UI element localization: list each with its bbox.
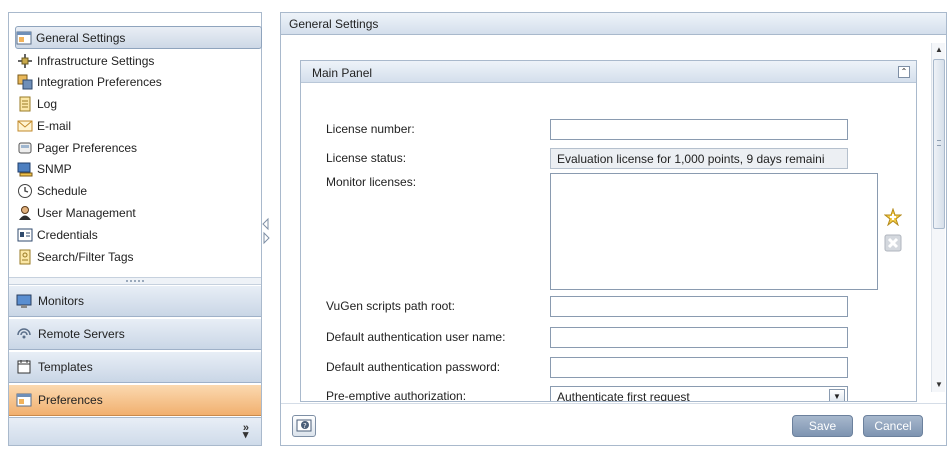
- tree-item-label: Infrastructure Settings: [37, 54, 155, 68]
- main-panel: Main Panel ⌃ License number: License sta…: [300, 60, 917, 402]
- license-number-label: License number:: [326, 122, 415, 136]
- tree-item-integration-preferences[interactable]: Integration Preferences: [17, 72, 261, 92]
- schedule-icon: [17, 183, 33, 199]
- tree-item-label: SNMP: [37, 162, 72, 176]
- tree-item-schedule[interactable]: Schedule: [17, 181, 261, 201]
- tree-item-label: Pager Preferences: [37, 141, 138, 155]
- cancel-button[interactable]: Cancel: [863, 415, 923, 437]
- tree-item-infrastructure-settings[interactable]: Infrastructure Settings: [17, 51, 261, 71]
- auth-user-label: Default authentication user name:: [326, 330, 506, 344]
- section-preferences[interactable]: Preferences: [9, 384, 261, 416]
- preemptive-auth-select[interactable]: Authenticate first request ▼: [550, 386, 848, 402]
- monitor-icon: [16, 293, 32, 309]
- more-sections-button[interactable]: » ▾: [243, 423, 249, 441]
- chevron-down-icon[interactable]: ▼: [829, 389, 845, 401]
- templates-icon: [16, 359, 32, 375]
- section-label: Remote Servers: [38, 327, 125, 341]
- tree-item-search-filter-tags[interactable]: Search/Filter Tags: [17, 247, 261, 267]
- pager-icon: [17, 140, 33, 156]
- tree-item-user-management[interactable]: User Management: [17, 203, 261, 223]
- infrastructure-icon: [17, 53, 33, 69]
- section-label: Preferences: [38, 393, 103, 407]
- tree-item-label: User Management: [37, 206, 136, 220]
- license-status-row: License status: Evaluation license for 1…: [326, 148, 906, 170]
- help-icon: ?: [296, 417, 312, 436]
- main-panel-title: Main Panel: [312, 66, 373, 80]
- vugen-path-input[interactable]: [550, 296, 848, 317]
- tree-item-log[interactable]: Log: [17, 94, 261, 114]
- license-number-row: License number:: [326, 119, 906, 141]
- auth-user-input[interactable]: [550, 327, 848, 348]
- tree-item-pager-preferences[interactable]: Pager Preferences: [17, 138, 261, 158]
- license-number-input[interactable]: [550, 119, 848, 140]
- page-title: General Settings: [281, 13, 946, 35]
- scroll-down-icon[interactable]: ▼: [933, 378, 945, 392]
- preemptive-auth-label: Pre-emptive authorization:: [326, 389, 467, 402]
- vugen-path-label: VuGen scripts path root:: [326, 299, 455, 313]
- collapse-pane-handle[interactable]: [262, 217, 270, 245]
- auth-password-row: Default authentication password:: [326, 357, 906, 379]
- main-panel-header: Main Panel ⌃: [301, 61, 916, 83]
- preemptive-auth-row: Pre-emptive authorization: Authenticate …: [326, 386, 906, 402]
- tree-item-general-settings[interactable]: General Settings: [15, 26, 262, 49]
- tree-item-label: Log: [37, 97, 58, 111]
- tree-item-label: General Settings: [36, 30, 126, 45]
- collapse-panel-button[interactable]: ⌃: [898, 66, 910, 78]
- tree-item-credentials[interactable]: Credentials: [17, 225, 261, 245]
- license-status-label: License status:: [326, 151, 407, 165]
- preferences-icon: [16, 392, 32, 408]
- add-icon: [883, 206, 903, 229]
- preferences-tree: General Settings Infrastructure Settings…: [9, 13, 262, 275]
- tree-item-label: Credentials: [37, 228, 98, 242]
- email-icon: [17, 118, 33, 134]
- add-license-button[interactable]: [883, 206, 903, 229]
- snmp-icon: [17, 161, 33, 177]
- more-sections-bar: » ▾: [9, 417, 261, 445]
- auth-password-label: Default authentication password:: [326, 360, 501, 374]
- tree-item-label: E-mail: [37, 119, 72, 133]
- log-icon: [17, 96, 33, 112]
- help-button[interactable]: ?: [292, 415, 316, 437]
- section-label: Monitors: [38, 294, 85, 308]
- auth-user-row: Default authentication user name:: [326, 327, 906, 349]
- tree-item-email[interactable]: E-mail: [17, 116, 261, 136]
- vertical-scrollbar[interactable]: ▲ ▼: [931, 43, 945, 392]
- footer-bar: ? Save Cancel: [281, 403, 946, 445]
- preemptive-auth-value: Authenticate first request: [557, 390, 690, 402]
- tree-item-label: Schedule: [37, 184, 88, 198]
- section-monitors[interactable]: Monitors: [9, 285, 261, 317]
- auth-password-input[interactable]: [550, 357, 848, 378]
- monitor-licenses-row: Monitor licenses:: [326, 173, 906, 293]
- user-icon: [17, 205, 33, 221]
- scrollbar-thumb[interactable]: [933, 59, 945, 229]
- save-button[interactable]: Save: [792, 415, 853, 437]
- vugen-path-row: VuGen scripts path root:: [326, 296, 906, 318]
- tags-icon: [17, 249, 33, 265]
- settings-window-icon: [16, 30, 32, 46]
- monitor-licenses-list[interactable]: [550, 173, 878, 290]
- tree-item-label: Search/Filter Tags: [37, 250, 134, 264]
- credentials-icon: [17, 227, 33, 243]
- section-templates[interactable]: Templates: [9, 351, 261, 383]
- pane-splitter[interactable]: [9, 277, 261, 285]
- integration-icon: [17, 74, 33, 90]
- svg-text:?: ?: [303, 422, 307, 430]
- delete-icon: [884, 234, 902, 255]
- content-pane: General Settings Main Panel ⌃ License nu…: [280, 12, 947, 446]
- scroll-up-icon[interactable]: ▲: [933, 43, 945, 57]
- monitor-licenses-label: Monitor licenses:: [326, 175, 417, 189]
- section-remote-servers[interactable]: Remote Servers: [9, 318, 261, 350]
- tree-item-snmp[interactable]: SNMP: [17, 159, 261, 179]
- section-label: Templates: [38, 360, 93, 374]
- remove-license-button[interactable]: [884, 234, 902, 255]
- tree-item-label: Integration Preferences: [37, 75, 162, 89]
- remote-server-icon: [16, 326, 32, 342]
- license-status-value: Evaluation license for 1,000 points, 9 d…: [550, 148, 848, 169]
- navigation-pane: General Settings Infrastructure Settings…: [8, 12, 262, 446]
